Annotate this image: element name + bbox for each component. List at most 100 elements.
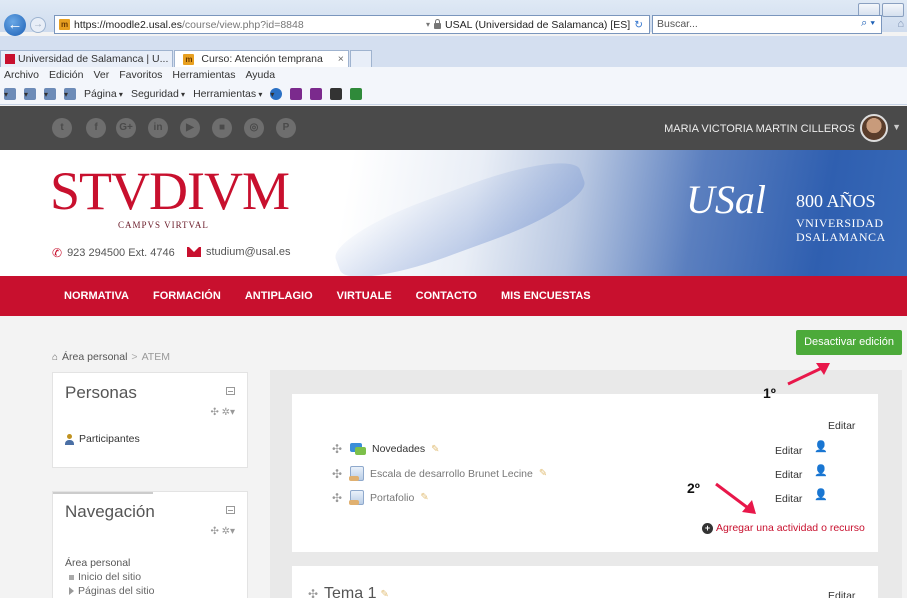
move-icon[interactable]: ✣ bbox=[332, 467, 344, 481]
activity-edit-link[interactable]: Editar bbox=[775, 493, 802, 505]
group-mode-icon[interactable]: 👤 bbox=[814, 488, 828, 501]
collapse-icon[interactable] bbox=[226, 387, 235, 395]
nav-paginas-sitio[interactable]: Páginas del sitio bbox=[65, 584, 154, 598]
participants-label: Participantes bbox=[79, 433, 140, 445]
nav-mis-encuestas[interactable]: MIS ENCUESTAS bbox=[501, 290, 591, 302]
nav-contacto[interactable]: CONTACTO bbox=[416, 290, 477, 302]
toggle-editing-button[interactable]: Desactivar edición bbox=[796, 330, 902, 355]
menu-favoritos[interactable]: Favoritos bbox=[119, 69, 162, 81]
assignment-icon bbox=[349, 466, 364, 481]
phone-icon: ✆ bbox=[52, 246, 63, 260]
activity-edit-link[interactable]: Editar bbox=[775, 445, 802, 457]
section-title[interactable]: Tema 1 bbox=[324, 585, 376, 598]
pencil-icon[interactable]: ✎ bbox=[420, 492, 428, 503]
move-icon[interactable]: ✣ bbox=[332, 442, 344, 456]
tab-usal[interactable]: Universidad de Salamanca | U... bbox=[0, 50, 174, 67]
usal-logo: USal bbox=[686, 177, 766, 222]
search-icon[interactable]: ⌕ ▾ bbox=[861, 17, 875, 30]
breadcrumb-current[interactable]: ATEM bbox=[142, 351, 170, 363]
search-input[interactable]: Buscar... ⌕ ▾ bbox=[652, 15, 882, 34]
menu-edicion[interactable]: Edición bbox=[49, 69, 83, 81]
address-bar[interactable]: m https://moodle2.usal.es/course/view.ph… bbox=[54, 15, 650, 34]
participants-link[interactable]: Participantes bbox=[65, 433, 140, 445]
print-icon[interactable] bbox=[64, 87, 76, 100]
pencil-icon[interactable]: ✎ bbox=[431, 444, 439, 455]
maximize-button[interactable] bbox=[882, 3, 904, 17]
home-icon: ⌂ bbox=[52, 351, 59, 363]
block-title: Personas bbox=[65, 383, 137, 402]
email-address[interactable]: studium@usal.es bbox=[206, 246, 291, 258]
cmd-seguridad[interactable]: Seguridad bbox=[131, 88, 185, 100]
section-edit-link[interactable]: Editar bbox=[828, 420, 855, 432]
chevron-down-icon[interactable]: ▼ bbox=[892, 122, 901, 132]
nav-antiplagio[interactable]: ANTIPLAGIO bbox=[245, 290, 313, 302]
block-move-config-icon[interactable]: ✣ ✲▾ bbox=[210, 407, 235, 418]
pencil-icon[interactable]: ✎ bbox=[539, 468, 547, 479]
user-icon bbox=[65, 433, 74, 445]
annotation-arrow-1 bbox=[787, 363, 830, 386]
nav-area-personal[interactable]: Área personal bbox=[65, 556, 154, 570]
help-icon[interactable] bbox=[270, 87, 283, 100]
security-label: USAL (Universidad de Salamanca) [ES] bbox=[444, 18, 631, 31]
onenote-linked-icon[interactable] bbox=[310, 87, 323, 100]
onenote-icon[interactable] bbox=[290, 87, 303, 100]
linkedin-icon[interactable]: in bbox=[148, 118, 168, 138]
pencil-icon[interactable]: ✎ bbox=[380, 589, 388, 598]
url-path: /course/view.php?id=8848 bbox=[181, 18, 304, 31]
nav-formacion[interactable]: FORMACIÓN bbox=[153, 290, 221, 302]
annotation-arrow-2 bbox=[715, 482, 756, 514]
move-icon[interactable]: ✣ bbox=[332, 491, 344, 505]
breadcrumb-home[interactable]: Área personal bbox=[62, 351, 127, 363]
block-move-config-icon[interactable]: ✣ ✲▾ bbox=[210, 526, 235, 537]
forum-icon bbox=[350, 442, 366, 456]
add-activity-link[interactable]: + Agregar una actividad o recurso bbox=[702, 522, 865, 534]
cmd-pagina[interactable]: Página bbox=[84, 88, 123, 100]
user-name[interactable]: MARIA VICTORIA MARTIN CILLEROS bbox=[664, 123, 855, 135]
activity-edit-link[interactable]: Editar bbox=[775, 469, 802, 481]
phone-contact: ✆ 923 294500 Ext. 4746 bbox=[52, 246, 175, 260]
nav-virtuale[interactable]: VIRTUALE bbox=[337, 290, 392, 302]
refresh-icon[interactable]: ↻ bbox=[634, 19, 643, 31]
googleplus-icon[interactable]: G+ bbox=[116, 118, 136, 138]
activity-name[interactable]: Novedades bbox=[372, 443, 425, 455]
pinterest-icon[interactable]: P bbox=[276, 118, 296, 138]
main-nav: NORMATIVA FORMACIÓN ANTIPLAGIO VIRTUALE … bbox=[0, 276, 907, 316]
nav-inicio-sitio[interactable]: Inicio del sitio bbox=[65, 570, 154, 584]
home-icon[interactable]: ⌂ bbox=[897, 18, 904, 30]
command-bar: Página Seguridad Herramientas bbox=[0, 83, 907, 105]
feeds-icon[interactable] bbox=[24, 87, 36, 100]
security-indicator[interactable]: ▾ USAL (Universidad de Salamanca) [ES] ↻ bbox=[426, 19, 643, 31]
section-edit-link[interactable]: Editar bbox=[828, 590, 855, 598]
group-mode-icon[interactable]: 👤 bbox=[814, 440, 828, 453]
menu-archivo[interactable]: Archivo bbox=[4, 69, 39, 81]
tab-course[interactable]: m Curso: Atención temprana × bbox=[174, 50, 349, 67]
activity-name[interactable]: Portafolio bbox=[370, 492, 414, 504]
collapse-icon[interactable] bbox=[226, 506, 235, 514]
forward-arrow-icon[interactable]: → bbox=[30, 17, 46, 33]
instagram-icon[interactable]: ◎ bbox=[244, 118, 264, 138]
menu-ayuda[interactable]: Ayuda bbox=[245, 69, 275, 81]
extension-icon[interactable] bbox=[330, 87, 343, 100]
youtube-icon[interactable]: ▶ bbox=[180, 118, 200, 138]
menu-herramientas[interactable]: Herramientas bbox=[172, 69, 235, 81]
nav-normativa[interactable]: NORMATIVA bbox=[64, 290, 129, 302]
email-contact[interactable]: studium@usal.es bbox=[187, 246, 291, 258]
cmd-herramientas[interactable]: Herramientas bbox=[193, 88, 262, 100]
twitter-icon[interactable]: t bbox=[52, 118, 72, 138]
flickr-icon[interactable]: ■ bbox=[212, 118, 232, 138]
annotation-step-2: 2º bbox=[687, 480, 700, 496]
tab-label: Curso: Atención temprana bbox=[201, 53, 323, 65]
move-icon[interactable]: ✣ bbox=[308, 587, 320, 598]
new-tab-button[interactable] bbox=[349, 50, 372, 67]
group-mode-icon[interactable]: 👤 bbox=[814, 464, 828, 477]
home-cmd-icon[interactable] bbox=[4, 87, 16, 100]
facebook-icon[interactable]: f bbox=[86, 118, 106, 138]
mail-cmd-icon[interactable] bbox=[44, 87, 56, 100]
menu-ver[interactable]: Ver bbox=[93, 69, 109, 81]
activity-name[interactable]: Escala de desarrollo Brunet Lecine bbox=[370, 468, 533, 480]
back-arrow-icon[interactable]: ← bbox=[4, 14, 26, 36]
ie-icon[interactable] bbox=[350, 87, 363, 100]
avatar[interactable] bbox=[860, 114, 888, 142]
studium-logo[interactable]: STVDIVM bbox=[50, 162, 290, 220]
close-tab-icon[interactable]: × bbox=[338, 53, 344, 65]
